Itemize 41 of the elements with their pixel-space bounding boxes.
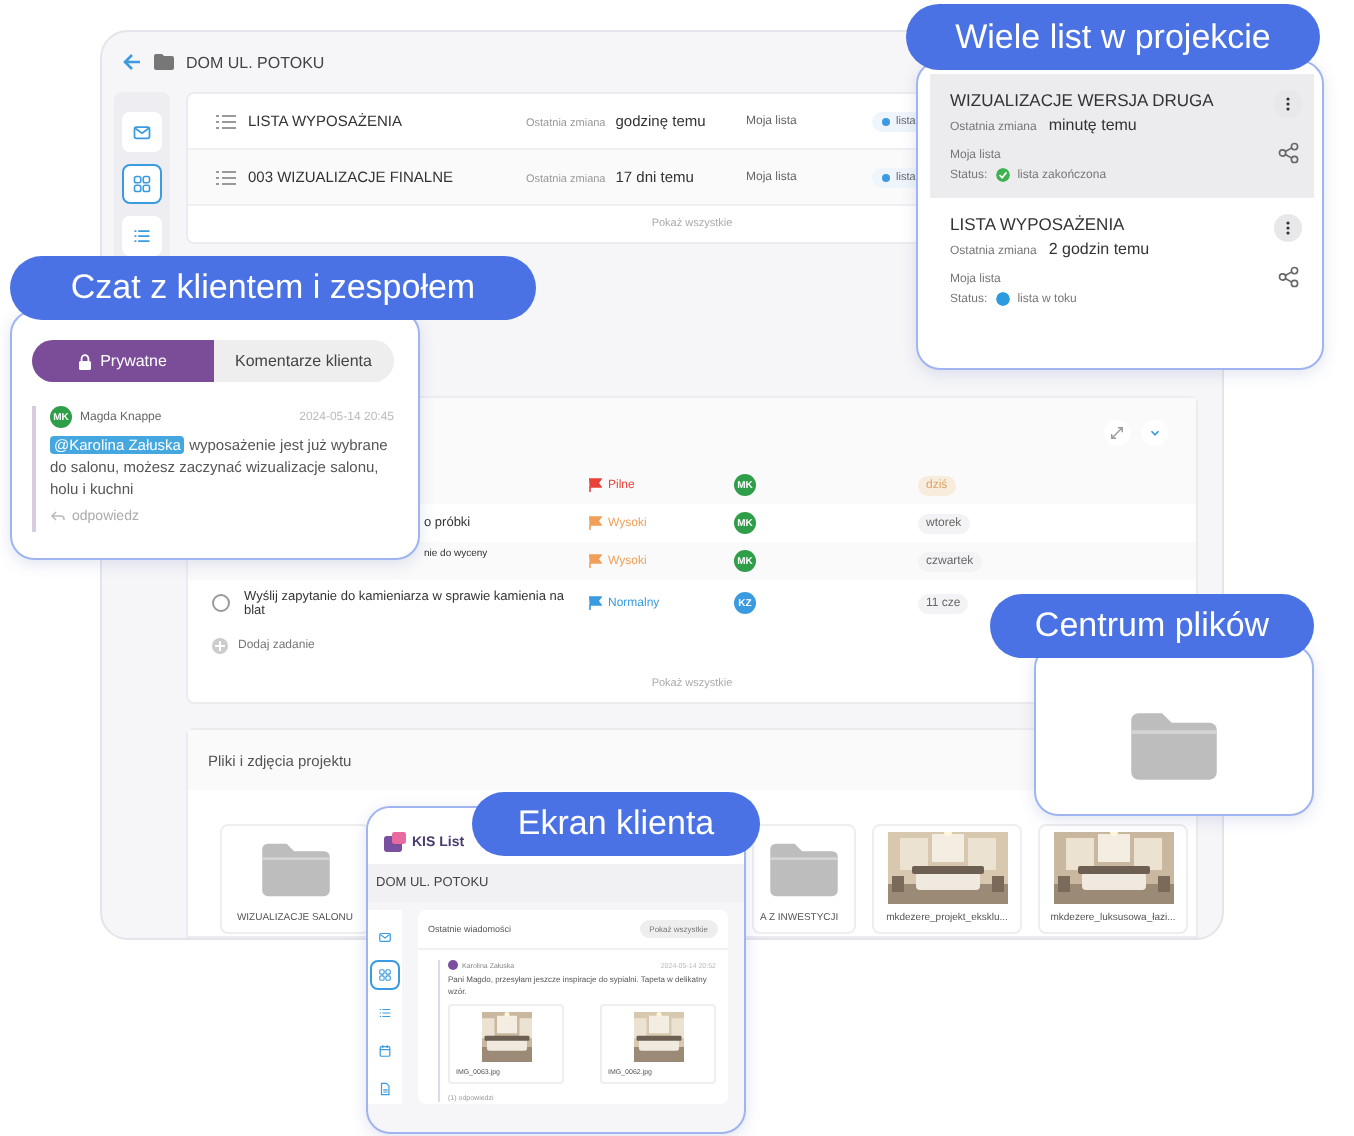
folder-icon: [257, 838, 333, 898]
chat-tab[interactable]: Prywatne: [32, 340, 213, 382]
task-checkbox[interactable]: [212, 594, 230, 612]
callout-label: Centrum plików: [990, 594, 1314, 658]
calendar-icon: [378, 1044, 392, 1058]
file-icon: [378, 1082, 392, 1096]
sidebar-button[interactable]: [122, 112, 162, 152]
logo-icon: [384, 832, 406, 852]
more-button[interactable]: [1274, 214, 1302, 242]
list-icon: [378, 1006, 392, 1020]
callout-label: Ekran klienta: [472, 792, 760, 856]
changed-time: 2 godzin temu: [1048, 240, 1150, 258]
lock-icon: [78, 353, 93, 369]
folder-icon: [766, 838, 842, 898]
project-title: DOM UL. POTOKU: [186, 53, 325, 71]
share-icon[interactable]: [1277, 142, 1299, 164]
callout-label: Wiele list w projekcie: [906, 4, 1320, 70]
mail-icon: [132, 122, 152, 142]
expand-button[interactable]: [1104, 419, 1130, 445]
callout-label: Czat z klientem i zespołem: [10, 256, 536, 320]
list-icon: [132, 226, 152, 246]
sidebar-button[interactable]: [122, 164, 162, 204]
sidebar-button[interactable]: [370, 960, 400, 990]
grid-icon: [378, 968, 392, 982]
folder-icon: [154, 54, 174, 70]
list-name: LISTA WYPOSAŻENIA: [950, 214, 1127, 234]
chevron-down-icon: [1148, 425, 1162, 439]
grid-icon: [132, 174, 152, 194]
back-arrow-icon[interactable]: [122, 52, 142, 72]
list-icon: [216, 169, 236, 185]
changed-time: minutę temu: [1048, 116, 1137, 134]
expand-icon: [1110, 425, 1124, 439]
mail-icon: [378, 930, 392, 944]
list-icon: [216, 113, 236, 129]
more-button[interactable]: [1274, 90, 1302, 118]
list-name: WIZUALIZACJE WERSJA DRUGA: [950, 90, 1216, 110]
add-icon[interactable]: [212, 638, 228, 654]
reply-icon: [50, 510, 66, 523]
share-icon[interactable]: [1277, 266, 1299, 288]
sidebar-button[interactable]: [122, 216, 162, 256]
collapse-button[interactable]: [1142, 419, 1168, 445]
